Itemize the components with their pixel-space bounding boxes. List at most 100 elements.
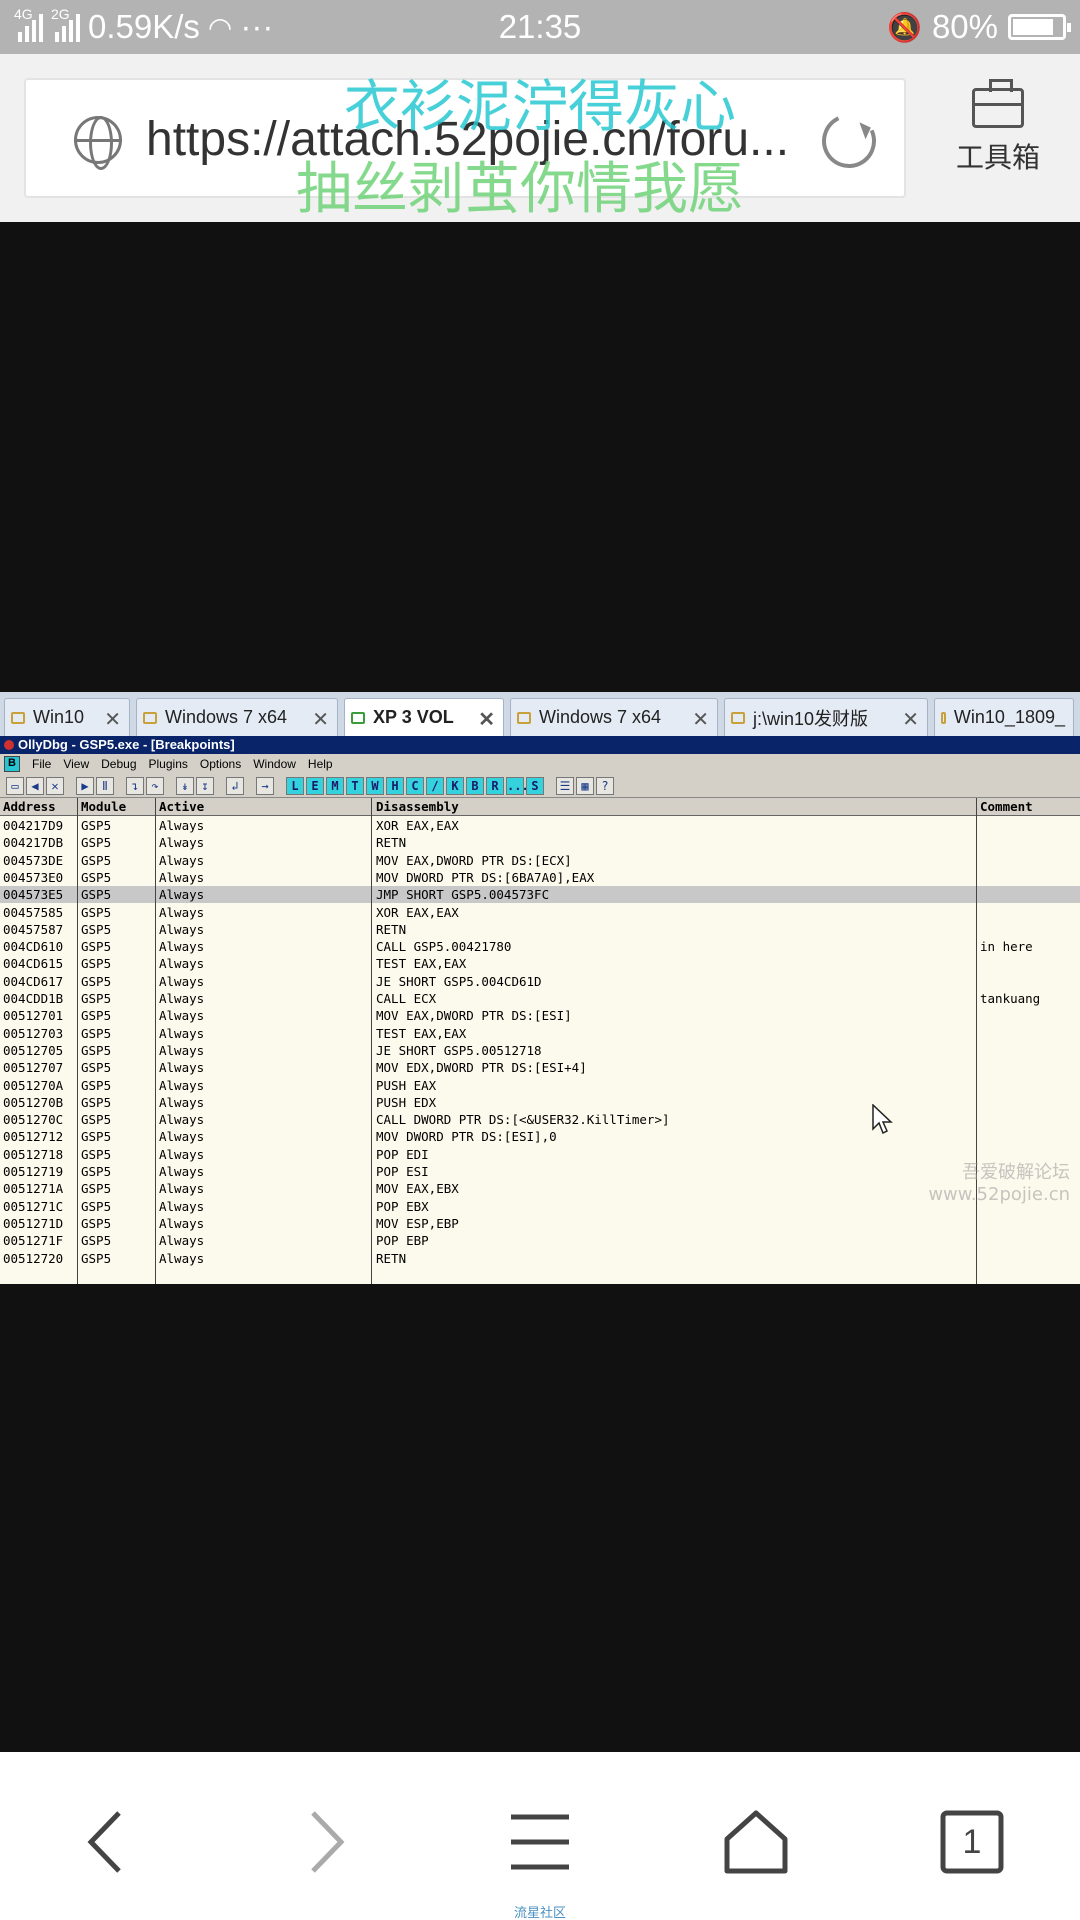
breakpoint-row[interactable]: 00512707 GSP5 Always MOV EDX,DWORD PTR DS:[… [0,1059,1080,1076]
close-icon[interactable]: ✕ [902,707,919,732]
close-icon[interactable]: ✕ [46,776,64,795]
toolbar-letter-button[interactable]: C [406,776,424,795]
breakpoint-row[interactable]: 00512705 GSP5 Always JE SHORT GSP5.00512718 [0,1042,1080,1059]
tabs-button[interactable]: 1 [922,1802,1022,1882]
breakpoint-row[interactable]: 004CD615 GSP5 Always TEST EAX,EAX [0,955,1080,972]
url-text[interactable]: https://attach.52pojie.cn/foru... [146,112,786,167]
toolbar-letter-button[interactable]: K [446,776,464,795]
close-icon[interactable]: ✕ [104,707,121,732]
column-header-address[interactable]: Address [3,798,56,815]
toolbar-letter-button[interactable]: W [366,776,384,795]
reload-icon[interactable] [814,106,884,176]
open-icon[interactable]: ▭ [6,776,24,795]
breakpoint-row[interactable]: 004573E5 GSP5 Always JMP SHORT GSP5.004573F… [0,886,1080,904]
step-into-icon[interactable]: ↴ [126,776,144,795]
column-header-comment[interactable]: Comment [980,798,1033,815]
breakpoint-row[interactable]: 0051270A GSP5 Always PUSH EAX [0,1077,1080,1094]
menu-window[interactable]: Window [253,757,296,771]
status-bar: 4G 2G 0.59K/s ◠ ··· 21:35 🔕 80% [0,0,1080,54]
toolbar-letter-button[interactable]: H [386,776,404,795]
home-button[interactable] [706,1802,806,1882]
pause-icon[interactable]: Ⅱ [96,776,114,795]
animate-into-icon[interactable]: ↡ [176,776,194,795]
grid-icon[interactable]: ▦ [576,776,594,795]
vm-tab-label: j:\win10发财版 [753,708,869,729]
toolbar-letter-button[interactable]: R [486,776,504,795]
column-header-module[interactable]: Module [81,798,126,815]
forward-button[interactable] [276,1802,376,1882]
cell-disassembly: POP EBX [376,1198,429,1214]
menu-view[interactable]: View [63,757,89,771]
menu-options[interactable]: Options [200,757,241,771]
breakpoint-row[interactable]: 0051271A GSP5 Always MOV EAX,EBX [0,1180,1080,1197]
cell-address: 00457585 [3,904,64,920]
menu-plugins[interactable]: Plugins [149,757,188,771]
breakpoint-row[interactable]: 004573DE GSP5 Always MOV EAX,DWORD PTR DS:[… [0,852,1080,869]
breakpoint-row[interactable]: 0051270C GSP5 Always CALL DWORD PTR DS:[<&U… [0,1111,1080,1128]
goto-icon[interactable]: → [256,776,274,795]
toolbox-button[interactable]: 工具箱 [938,79,1058,190]
vm-tab-label: XP 3 VOL [373,707,454,727]
menu-file[interactable]: File [32,757,51,771]
column-header-active[interactable]: Active [159,798,204,815]
cell-module: GSP5 [81,1008,112,1024]
toolbar-letter-button[interactable]: B [466,776,484,795]
toolbar-letter-button[interactable]: L [286,776,304,795]
breakpoints-menu-icon[interactable]: B [4,756,20,772]
breakpoint-row[interactable]: 00512712 GSP5 Always MOV DWORD PTR DS:[ESI]… [0,1128,1080,1145]
help-icon[interactable]: ? [596,776,614,795]
menu-button[interactable] [490,1802,590,1882]
cell-active: Always [159,1025,205,1041]
toolbar-letter-button[interactable]: T [346,776,364,795]
cell-disassembly: PUSH EAX [376,1077,437,1093]
close-icon[interactable]: ✕ [478,707,495,732]
breakpoint-row[interactable]: 0051271C GSP5 Always POP EBX [0,1198,1080,1215]
close-icon[interactable]: ✕ [312,707,329,732]
breakpoint-row[interactable]: 0051271F GSP5 Always POP EBP [0,1232,1080,1249]
toolbar-letter-button[interactable]: E [306,776,324,795]
breakpoint-row[interactable]: 00457587 GSP5 Always RETN [0,921,1080,938]
toolbar-letter-button[interactable]: / [426,776,444,795]
vm-icon [11,711,25,724]
column-header-disassembly[interactable]: Disassembly [376,798,459,815]
breakpoint-row[interactable]: 00512701 GSP5 Always MOV EAX,DWORD PTR DS:[… [0,1007,1080,1024]
toolbar-letter-button[interactable]: S [526,776,544,795]
vm-tab-label: Windows 7 x64 [165,707,288,727]
list-icon[interactable]: ☰ [556,776,574,795]
cell-module: GSP5 [81,921,112,937]
restart-icon[interactable]: ◀ [26,776,44,795]
breakpoint-row[interactable]: 004573E0 GSP5 Always MOV DWORD PTR DS:[6BA7… [0,869,1080,886]
breakpoint-row[interactable]: 00457585 GSP5 Always XOR EAX,EAX [0,904,1080,921]
breakpoint-row[interactable]: 0051271D GSP5 Always MOV ESP,EBP [0,1215,1080,1232]
vm-tab[interactable]: Win10 ✕ [4,698,130,736]
breakpoint-row[interactable]: 004217D9 GSP5 Always XOR EAX,EAX [0,817,1080,834]
vm-tab[interactable]: Windows 7 x64 ✕ [136,698,338,736]
vm-tab[interactable]: Windows 7 x64 ✕ [510,698,718,736]
breakpoint-row[interactable]: 004CD617 GSP5 Always JE SHORT GSP5.004CD61D [0,973,1080,990]
vm-icon [941,711,946,724]
cell-module: GSP5 [81,1112,112,1128]
menu-debug[interactable]: Debug [101,757,136,771]
breakpoint-row[interactable]: 004CD610 GSP5 Always CALL GSP5.00421780 in h… [0,938,1080,955]
breakpoint-row[interactable]: 00512703 GSP5 Always TEST EAX,EAX [0,1025,1080,1042]
vm-tab[interactable]: Win10_1809_ [934,698,1074,736]
back-button[interactable] [56,1802,156,1882]
step-over-icon[interactable]: ↷ [146,776,164,795]
close-icon[interactable]: ✕ [692,707,709,732]
animate-over-icon[interactable]: ↧ [196,776,214,795]
breakpoint-row[interactable]: 004CDD1B GSP5 Always CALL ECX tankuang [0,990,1080,1007]
breakpoint-row[interactable]: 00512719 GSP5 Always POP ESI [0,1163,1080,1180]
breakpoint-row[interactable]: 00512718 GSP5 Always POP EDI [0,1146,1080,1163]
vm-tab[interactable]: j:\win10发财版 ✕ [724,698,928,736]
address-bar[interactable]: https://attach.52pojie.cn/foru... [24,78,906,198]
cell-module: GSP5 [81,1094,112,1110]
menu-help[interactable]: Help [308,757,333,771]
toolbar-letter-button[interactable]: ... [506,776,529,795]
breakpoint-row[interactable]: 004217DB GSP5 Always RETN [0,834,1080,851]
toolbar-letter-button[interactable]: M [326,776,344,795]
run-icon[interactable]: ▶ [76,776,94,795]
execute-till-return-icon[interactable]: ↲ [226,776,244,795]
breakpoint-row[interactable]: 00512720 GSP5 Always RETN [0,1250,1080,1267]
breakpoint-row[interactable]: 0051270B GSP5 Always PUSH EDX [0,1094,1080,1111]
vm-tab-active[interactable]: XP 3 VOL ✕ [344,698,504,736]
